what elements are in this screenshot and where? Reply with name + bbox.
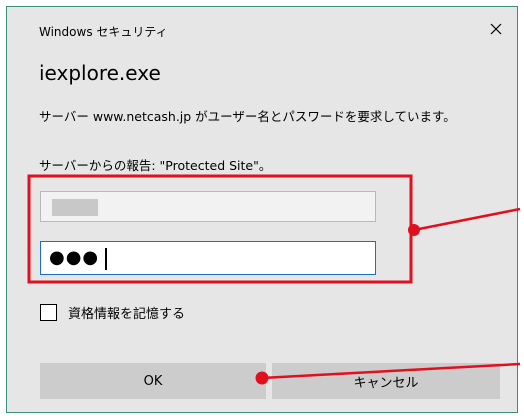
server-request-message: サーバー www.netcash.jp がユーザー名とパスワードを要求しています… [39,109,456,124]
ok-button[interactable]: OK [40,363,266,399]
windows-security-dialog: Windows セキュリティ iexplore.exe サーバー www.net… [6,6,518,413]
remember-credentials-option[interactable]: 資格情報を記憶する [40,303,186,322]
server-realm-message: サーバーからの報告: "Protected Site"。 [39,158,272,173]
password-masked-value: ●●● [49,247,100,268]
window-title: Windows セキュリティ [39,25,168,39]
username-redaction-mask [52,199,98,216]
screenshot-page: Windows セキュリティ iexplore.exe サーバー www.net… [0,0,524,419]
remember-credentials-checkbox[interactable] [40,303,57,321]
close-icon [490,23,502,35]
username-input[interactable] [40,191,376,222]
password-input[interactable]: ●●● [40,241,376,275]
cancel-button[interactable]: キャンセル [272,363,500,399]
title-bar: Windows セキュリティ [7,7,517,47]
close-button[interactable] [481,17,511,41]
text-caret [105,248,107,270]
remember-credentials-label: 資格情報を記憶する [68,306,186,322]
app-name-heading: iexplore.exe [39,61,161,85]
